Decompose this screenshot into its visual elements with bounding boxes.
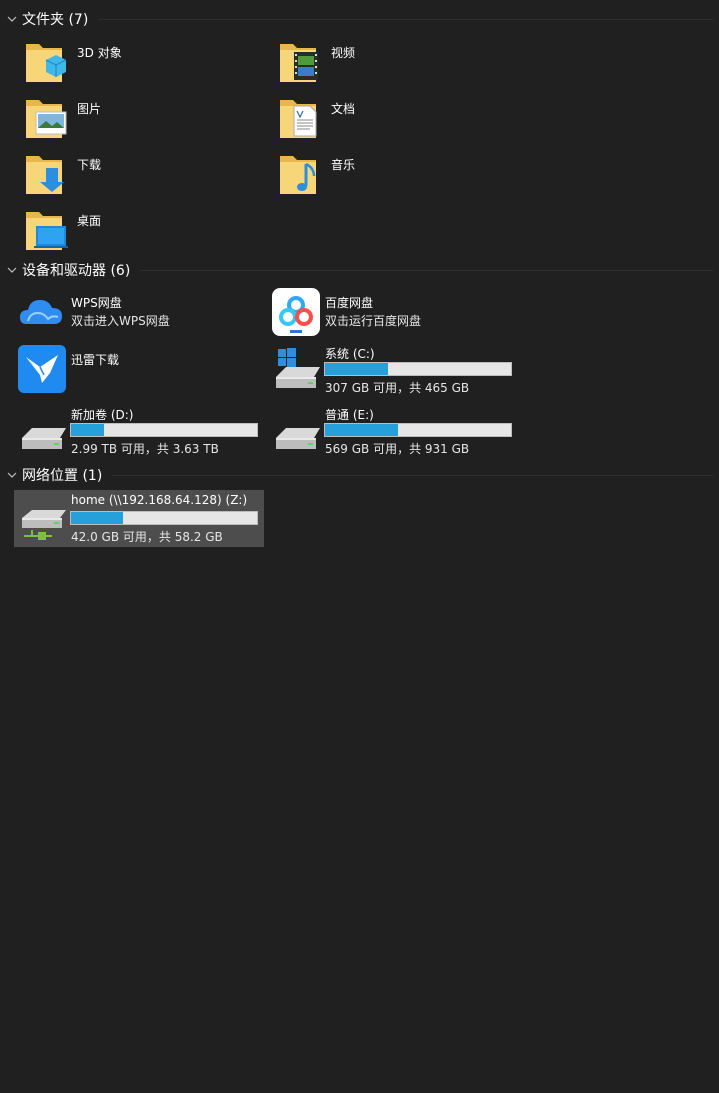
chevron-down-icon[interactable] <box>5 263 19 277</box>
group-divider <box>140 269 713 271</box>
device-label: 迅雷下载 <box>71 353 120 367</box>
group-title: 网络位置 (1) <box>22 468 103 484</box>
drive-usage-bar <box>324 362 512 376</box>
folder-item-videos[interactable]: 视频 <box>274 38 514 88</box>
xunlei-bird-icon <box>18 345 66 393</box>
folder-label: 文档 <box>331 102 356 116</box>
folder-pictures-icon <box>26 100 67 138</box>
folder-item-documents[interactable]: 文档 <box>274 94 514 144</box>
folder-item-3d-objects[interactable]: 3D 对象 <box>20 38 260 88</box>
drive-item-e[interactable]: 普通 (E:) 569 GB 可用，共 931 GB <box>268 404 518 456</box>
chevron-down-icon[interactable] <box>5 12 19 26</box>
explorer-this-pc-pane: 文件夹 (7) 3D 对象 视频 图片 文档 下载 音乐 桌面 设备和驱动器 (… <box>0 0 719 1093</box>
drive-space-text: 2.99 TB 可用，共 3.63 TB <box>71 442 219 456</box>
drive-label: 普通 (E:) <box>325 408 374 422</box>
network-drive-icon <box>22 510 66 540</box>
drive-usage-fill <box>325 424 398 436</box>
group-header-network[interactable]: 网络位置 (1) <box>0 464 719 486</box>
folder-label: 图片 <box>77 102 102 116</box>
device-description: 双击运行百度网盘 <box>325 314 422 328</box>
folder-item-desktop[interactable]: 桌面 <box>20 206 260 256</box>
baidu-netdisk-icon <box>272 288 320 336</box>
folder-label: 3D 对象 <box>77 46 122 60</box>
drive-usage-fill <box>71 512 124 524</box>
folder-label: 音乐 <box>331 158 356 172</box>
hard-drive-icon <box>22 428 66 449</box>
folder-item-downloads[interactable]: 下载 <box>20 150 260 200</box>
drive-space-text: 569 GB 可用，共 931 GB <box>325 442 470 456</box>
drive-usage-bar <box>70 511 258 525</box>
device-description: 双击进入WPS网盘 <box>71 314 170 328</box>
drive-label: home (\\192.168.64.128) (Z:) <box>71 493 248 507</box>
folder-item-music[interactable]: 音乐 <box>274 150 514 200</box>
device-label: 百度网盘 <box>325 296 374 310</box>
group-header-folders[interactable]: 文件夹 (7) <box>0 8 719 30</box>
drive-usage-bar <box>324 423 512 437</box>
drive-space-text: 42.0 GB 可用，共 58.2 GB <box>71 530 223 544</box>
drive-item-c[interactable]: 系统 (C:) 307 GB 可用，共 465 GB <box>268 343 518 395</box>
drive-space-text: 307 GB 可用，共 465 GB <box>325 381 470 395</box>
wps-cloud-icon <box>20 300 62 324</box>
drive-label: 新加卷 (D:) <box>71 408 134 422</box>
group-title: 设备和驱动器 (6) <box>22 263 131 279</box>
folder-desktop-icon <box>26 212 68 250</box>
folder-music-icon <box>280 156 316 194</box>
network-drive-item-z[interactable]: home (\\192.168.64.128) (Z:) 42.0 GB 可用，… <box>14 490 264 547</box>
folder-label: 视频 <box>331 46 356 60</box>
group-divider <box>98 18 713 20</box>
drive-usage-fill <box>71 424 105 436</box>
device-item-xunlei[interactable]: 迅雷下载 <box>14 345 264 395</box>
drive-item-d[interactable]: 新加卷 (D:) 2.99 TB 可用，共 3.63 TB <box>14 404 264 456</box>
drive-usage-bar <box>70 423 258 437</box>
folder-downloads-icon <box>26 156 64 194</box>
folder-item-pictures[interactable]: 图片 <box>20 94 260 144</box>
group-title: 文件夹 (7) <box>22 12 89 28</box>
group-divider <box>112 474 713 476</box>
device-item-wps-cloud[interactable]: WPS网盘 双击进入WPS网盘 <box>14 288 264 338</box>
device-label: WPS网盘 <box>71 296 122 310</box>
hard-drive-icon <box>276 428 320 449</box>
device-item-baidu-netdisk[interactable]: 百度网盘 双击运行百度网盘 <box>268 288 518 338</box>
folder-3d-objects-icon <box>26 44 67 82</box>
folder-documents-icon <box>280 100 317 138</box>
folder-videos-icon <box>280 44 318 82</box>
folder-label: 桌面 <box>77 214 102 228</box>
windows-drive-icon <box>276 348 320 388</box>
chevron-down-icon[interactable] <box>5 468 19 482</box>
folder-label: 下载 <box>77 158 102 172</box>
group-header-devices[interactable]: 设备和驱动器 (6) <box>0 259 719 281</box>
drive-usage-fill <box>325 363 389 375</box>
drive-label: 系统 (C:) <box>325 347 375 361</box>
